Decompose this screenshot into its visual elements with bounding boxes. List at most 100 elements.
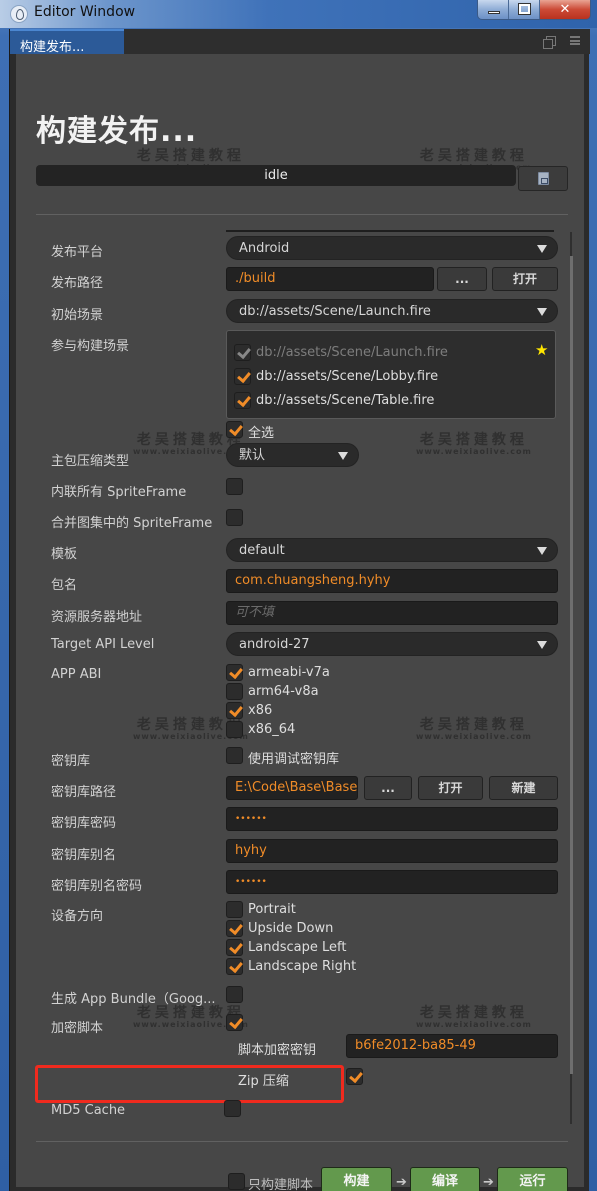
alias-password-input[interactable]: •••••• [226,870,558,894]
window-controls: ✕ [477,0,591,20]
template-label: 模板 [51,547,78,562]
editor-content: 构建发布... 构建发布... 老吴搭建教程www.weixiaolive.co… [9,29,590,1191]
encrypt-js-checkbox[interactable] [226,1014,243,1031]
maximize-button[interactable] [509,0,540,19]
merge-spriteframes-label: 合并图集中的 SpriteFrame [51,516,213,531]
open-log-button[interactable] [518,166,568,191]
scrollbar-thumb[interactable] [570,256,573,1074]
app-bundle-label: 生成 App Bundle（Goog... [51,992,216,1007]
menu-icon[interactable] [570,36,580,45]
app-abi-label: APP ABI [51,667,102,682]
target-api-select[interactable]: android-27 [226,632,558,656]
run-button[interactable]: 运行 [497,1167,568,1191]
build-path-input[interactable]: ./build [226,267,434,291]
orientation-upside-down-checkbox[interactable] [226,920,243,937]
zip-compress-checkbox[interactable] [346,1068,363,1085]
build-path-open-button[interactable]: 打开 [492,267,558,291]
scene-item: db://assets/Scene/Lobby.fire [256,369,439,384]
compile-button[interactable]: 编译 [410,1167,480,1191]
dropdown-arrow-icon [338,452,348,460]
inline-spriteframes-checkbox[interactable] [226,478,243,495]
tab-build[interactable]: 构建发布... [10,29,124,55]
app-bundle-checkbox[interactable] [226,986,243,1003]
keystore-browse-button[interactable]: ... [364,776,412,800]
abi-armeabi-v7a-checkbox[interactable] [226,664,243,681]
build-path-label: 发布路径 [51,276,104,291]
divider [36,1141,568,1142]
abi-x86-checkbox[interactable] [226,702,243,719]
popout-icon[interactable] [543,36,556,49]
minimize-button[interactable] [478,0,509,19]
divider [36,214,568,215]
select-all-checkbox[interactable] [226,421,243,438]
platform-label: 发布平台 [51,245,104,260]
abi-option-label: x86_64 [248,722,296,737]
target-api-label: Target API Level [51,637,155,652]
abi-option-label: x86 [248,703,273,718]
build-script-only-label: 只构建脚本 [248,1178,314,1191]
scene-checkbox[interactable] [234,392,251,409]
inline-spriteframes-label: 内联所有 SpriteFrame [51,485,187,500]
compression-select[interactable]: 默认 [226,443,359,467]
build-status-bar: idle [36,165,516,186]
orientation-option-label: Landscape Right [248,959,357,974]
orientation-landscape-left-checkbox[interactable] [226,939,243,956]
orientation-portrait-checkbox[interactable] [226,901,243,918]
package-name-label: 包名 [51,578,78,593]
compression-value: 默认 [239,448,266,463]
dropdown-arrow-icon [537,245,547,253]
scene-checkbox[interactable] [234,368,251,385]
compression-label: 主包压缩类型 [51,454,130,469]
dropdown-arrow-icon [537,641,547,649]
scene-list: db://assets/Scene/Launch.fire ★ db://ass… [226,330,556,419]
app-icon [10,5,28,23]
form-top-edge [226,230,554,232]
package-name-input[interactable]: com.chuangsheng.hyhy [226,569,558,593]
merge-spriteframes-checkbox[interactable] [226,509,243,526]
md5-cache-label: MD5 Cache [51,1103,126,1118]
keystore-alias-label: 密钥库别名 [51,848,117,863]
editor-window: Editor Window ✕ 构建发布... 构建发布... 老吴搭建教程ww… [0,0,597,1191]
dropdown-arrow-icon [537,547,547,555]
platform-value: Android [239,241,290,256]
build-script-only-checkbox[interactable] [228,1173,245,1190]
encrypt-key-label: 脚本加密密钥 [238,1043,317,1058]
start-scene-label: 初始场景 [51,308,104,323]
page-title: 构建发布... [36,114,198,149]
abi-option-label: armeabi-v7a [248,665,330,680]
close-button[interactable]: ✕ [540,0,590,19]
keystore-open-button[interactable]: 打开 [418,776,483,800]
alias-password-label: 密钥库别名密码 [51,879,143,894]
keystore-password-input[interactable]: •••••• [226,807,558,831]
window-title: Editor Window [34,4,136,20]
build-path-browse-button[interactable]: ... [437,267,487,291]
orientation-option-label: Landscape Left [248,940,347,955]
abi-x86-64-checkbox[interactable] [226,721,243,738]
md5-cache-checkbox[interactable] [224,1100,241,1117]
start-scene-value: db://assets/Scene/Launch.fire [239,304,431,319]
orientation-option-label: Upside Down [248,921,334,936]
keystore-alias-input[interactable]: hyhy [226,839,558,863]
server-address-label: 资源服务器地址 [51,610,143,625]
template-select[interactable]: default [226,538,558,562]
build-panel: 构建发布... 老吴搭建教程www.weixiaolive.com 老吴搭建教程… [16,54,584,1191]
close-icon: ✕ [559,2,571,17]
abi-arm64-v8a-checkbox[interactable] [226,683,243,700]
star-icon: ★ [535,341,549,359]
keystore-path-input[interactable]: E:\Code\Base\Base [226,776,358,800]
build-button[interactable]: 构建 [321,1167,392,1191]
watermark: 老吴搭建教程www.weixiaolive.com [416,432,532,456]
template-value: default [239,543,285,558]
log-file-icon [538,172,549,185]
debug-keystore-checkbox[interactable] [226,747,243,764]
orientation-landscape-right-checkbox[interactable] [226,958,243,975]
platform-select[interactable]: Android [226,236,558,260]
server-address-input[interactable]: 可不填 [226,601,558,625]
keystore-new-button[interactable]: 新建 [489,776,558,800]
debug-keystore-label: 使用调试密钥库 [248,752,340,767]
start-scene-select[interactable]: db://assets/Scene/Launch.fire [226,299,558,323]
scene-item: db://assets/Scene/Launch.fire [256,345,448,360]
encrypt-key-input[interactable]: b6fe2012-ba85-49 [346,1034,558,1058]
orientation-option-label: Portrait [248,902,296,917]
watermark: 老吴搭建教程www.weixiaolive.com [416,717,532,741]
